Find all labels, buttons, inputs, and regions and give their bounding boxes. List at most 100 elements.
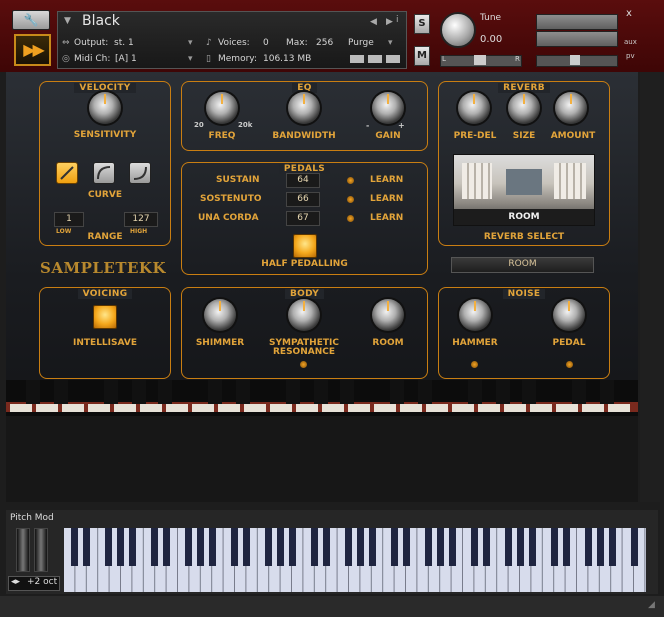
purge-button[interactable]: Purge — [348, 38, 374, 48]
gain-max-label: + — [398, 121, 405, 130]
hammer-label: HAMMER — [452, 338, 498, 348]
range-label: RANGE — [87, 232, 123, 242]
sostenuto-label: SOSTENUTO — [200, 194, 262, 204]
hammer-knob[interactable] — [459, 299, 491, 331]
tune-value[interactable]: 0.00 — [480, 34, 502, 45]
solo-button[interactable]: S — [414, 14, 430, 34]
pedal-noise-led[interactable] — [566, 361, 573, 368]
half-pedalling-label: HALF PEDALLING — [261, 259, 348, 269]
freq-min-label: 20 — [194, 121, 204, 129]
amount-knob[interactable] — [555, 92, 587, 124]
pitch-mod-label: Pitch Mod — [10, 513, 54, 523]
pan-handle[interactable] — [474, 55, 486, 65]
velocity-section: VELOCITY SENSITIVITY CURVE 1 127 LOW HIG… — [39, 81, 171, 246]
intellisave-label: INTELLISAVE — [73, 338, 137, 348]
octave-shift-control[interactable]: ◂▸ +2 oct — [8, 576, 60, 591]
gain-knob[interactable] — [372, 92, 404, 124]
aux-button[interactable]: aux — [624, 38, 637, 46]
piano-keyboard[interactable] — [64, 528, 646, 592]
predelay-knob[interactable] — [458, 92, 490, 124]
pv-button[interactable]: pv — [626, 52, 635, 60]
curve-label: CURVE — [88, 190, 122, 200]
size-knob[interactable] — [508, 92, 540, 124]
intellisave-button[interactable] — [93, 305, 117, 329]
piano-keys-graphic — [6, 380, 638, 416]
empty-panel-area — [6, 416, 638, 502]
pan-left-label: L — [442, 55, 446, 63]
max-value[interactable]: 256 — [316, 38, 333, 48]
freq-knob[interactable] — [206, 92, 238, 124]
memory-meter — [350, 55, 400, 63]
status-bar: ◢ — [0, 596, 664, 617]
hammer-led[interactable] — [471, 361, 478, 368]
sympathetic-led[interactable] — [300, 361, 307, 368]
instrument-header: 🔧 ▶▶ ▼ Black ◀ ▶ i ⇔ Output: st. 1 ▾ ♪ V… — [0, 0, 664, 72]
octave-shift-arrows-icon[interactable]: ◂▸ — [11, 577, 20, 587]
una-corda-label: UNA CORDA — [198, 213, 259, 223]
reverb-section: REVERB PRE-DEL SIZE AMOUNT ROOM REVERB S… — [438, 81, 610, 246]
purge-dropdown-icon[interactable]: ▾ — [388, 38, 393, 48]
freq-label: FREQ — [208, 131, 236, 141]
sympathetic-resonance-knob[interactable] — [288, 299, 320, 331]
una-corda-cc-field[interactable]: 67 — [286, 211, 320, 226]
sensitivity-knob[interactable] — [89, 92, 121, 124]
sostenuto-learn-button[interactable]: LEARN — [370, 194, 403, 204]
voicing-title: VOICING — [77, 289, 133, 299]
bandwidth-knob[interactable] — [288, 92, 320, 124]
sustain-learn-led — [347, 177, 354, 184]
range-low-field[interactable]: 1 — [54, 212, 84, 227]
room-wall-panel — [462, 163, 492, 199]
reverb-select-dropdown[interactable]: ROOM — [451, 257, 594, 273]
side-rail — [640, 72, 660, 502]
octave-shift-value: +2 oct — [27, 577, 58, 587]
prev-instrument-icon[interactable]: ◀ — [370, 17, 377, 27]
volume-handle[interactable] — [570, 55, 580, 65]
output-dropdown-icon[interactable]: ▾ — [188, 38, 193, 48]
output-icon: ⇔ — [62, 38, 70, 48]
keyboard-panel: Pitch Mod ◂▸ +2 oct — [6, 510, 658, 594]
mod-wheel[interactable] — [34, 528, 48, 572]
gain-min-label: - — [366, 121, 370, 130]
linear-curve-icon — [60, 166, 74, 180]
midi-dropdown-icon[interactable]: ▾ — [188, 54, 193, 64]
wrench-icon[interactable]: 🔧 — [12, 10, 50, 30]
memory-label: Memory: — [218, 54, 257, 64]
reverb-room-image[interactable]: ROOM — [453, 154, 595, 226]
mute-button[interactable]: M — [414, 46, 430, 66]
next-instrument-icon[interactable]: ▶ — [386, 17, 393, 27]
bandwidth-label: BANDWIDTH — [272, 131, 336, 141]
output-value[interactable]: st. 1 — [114, 38, 134, 48]
concave-curve-icon — [133, 166, 147, 180]
resonance-label: RESONANCE — [273, 347, 335, 357]
curve-concave-button[interactable] — [129, 162, 151, 184]
pitch-wheel[interactable] — [16, 528, 30, 572]
instrument-name[interactable]: Black — [82, 13, 120, 29]
sustain-cc-field[interactable]: 64 — [286, 173, 320, 188]
tune-knob[interactable] — [440, 12, 476, 48]
midi-value[interactable]: [A] 1 — [115, 54, 137, 64]
pedal-noise-knob[interactable] — [553, 299, 585, 331]
info-icon[interactable]: i — [396, 15, 399, 25]
fast-forward-icon[interactable]: ▶▶ — [14, 34, 51, 66]
room-window — [506, 169, 542, 195]
sustain-learn-button[interactable]: LEARN — [370, 175, 403, 185]
half-pedalling-button[interactable] — [293, 234, 317, 258]
sostenuto-learn-led — [347, 196, 354, 203]
body-room-knob[interactable] — [372, 299, 404, 331]
una-corda-learn-button[interactable]: LEARN — [370, 213, 403, 223]
pedal-noise-label: PEDAL — [552, 338, 586, 348]
curve-convex-button[interactable] — [93, 162, 115, 184]
midi-label: Midi Ch: — [74, 54, 111, 64]
convex-curve-icon — [97, 166, 111, 180]
resize-grip-icon[interactable]: ◢ — [648, 600, 655, 610]
gain-label: GAIN — [375, 131, 401, 141]
expand-arrow-icon[interactable]: ▼ — [64, 16, 71, 26]
close-icon[interactable]: x — [626, 8, 632, 19]
size-label: SIZE — [512, 131, 536, 141]
shimmer-knob[interactable] — [204, 299, 236, 331]
sostenuto-cc-field[interactable]: 66 — [286, 192, 320, 207]
voices-value: 0 — [263, 38, 269, 48]
range-high-field[interactable]: 127 — [124, 212, 158, 227]
max-label: Max: — [286, 38, 308, 48]
curve-linear-button[interactable] — [56, 162, 78, 184]
